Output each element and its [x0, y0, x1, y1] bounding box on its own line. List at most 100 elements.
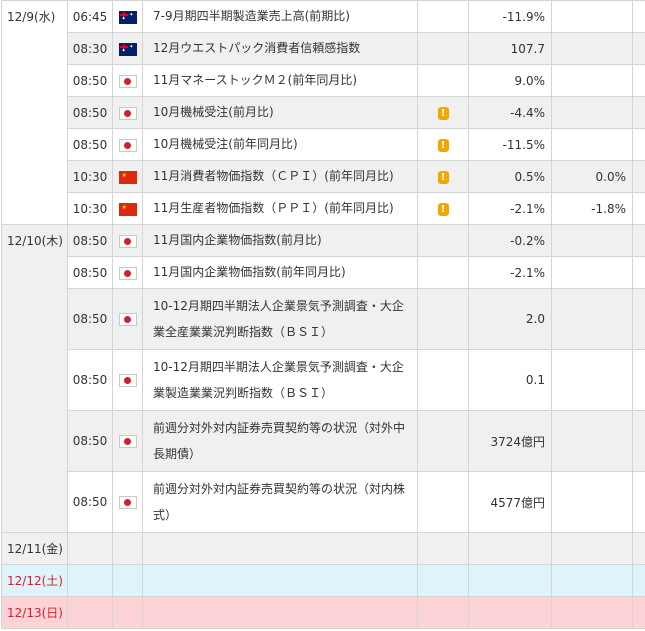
forecast-value	[551, 32, 633, 65]
flag-cell	[112, 471, 143, 533]
calendar-row: 12/12(土)	[1, 564, 645, 597]
importance-cell	[417, 0, 469, 33]
calendar-row: 12/9(水) 06:45 ✦ ✦ 7-9月期四半期製造業売上高(前期比) -11.9%	[1, 0, 645, 225]
indicator-name[interactable]: 前週分対外対内証券売買契約等の状況（対内株式）	[142, 471, 418, 533]
indicator-name[interactable]: 10月機械受注(前年同月比)	[142, 128, 418, 161]
calendar-row: 08:30 ✦ ✦ 12月ウエストパック消費者信頼感指数 107.7	[2, 32, 645, 65]
empty-cell	[551, 596, 633, 629]
empty-cell	[468, 596, 552, 629]
forecast-value	[551, 96, 633, 129]
calendar-row: 08:50 11月マネーストックＭ２(前年同月比) 9.0%	[2, 64, 645, 97]
spacer-cell	[632, 96, 645, 129]
empty-cell	[67, 596, 113, 629]
importance-cell: !	[417, 192, 469, 225]
time-cell: 06:45	[67, 0, 113, 33]
japan-flag	[118, 138, 137, 152]
indicator-name[interactable]: 11月マネーストックＭ２(前年同月比)	[142, 64, 418, 97]
empty-cell	[632, 596, 645, 629]
forecast-value	[551, 256, 633, 289]
flag-cell: ✦ ✦	[112, 32, 143, 65]
calendar-row: 10:30 11月生産者物価指数（ＰＰＩ）(前年同月比)! -2.1%-1.8%	[2, 192, 645, 225]
japan-flag	[118, 106, 137, 120]
flag-cell	[112, 128, 143, 161]
indicator-name[interactable]: 10月機械受注(前月比)	[142, 96, 418, 129]
result-value: 107.7	[468, 32, 552, 65]
forecast-value: 0.0%	[551, 160, 633, 193]
empty-cell	[112, 532, 143, 565]
japan-flag	[118, 266, 137, 280]
spacer-cell	[632, 192, 645, 225]
time-cell: 08:50	[67, 128, 113, 161]
empty-cell	[67, 564, 113, 597]
time-cell: 08:50	[67, 349, 113, 411]
date-cell: 12/9(水)	[1, 0, 68, 225]
warning-icon: !	[437, 107, 449, 120]
flag-cell	[112, 256, 143, 289]
calendar-row: 08:50 11月国内企業物価指数(前年同月比) -2.1%	[2, 256, 645, 289]
empty-cell	[142, 532, 418, 565]
indicator-name[interactable]: 12月ウエストパック消費者信頼感指数	[142, 32, 418, 65]
japan-flag	[118, 496, 137, 509]
importance-cell	[417, 288, 469, 350]
indicator-name[interactable]: 前週分対外対内証券売買契約等の状況（対外中長期債）	[142, 410, 418, 472]
forecast-value	[551, 288, 633, 350]
time-cell: 08:50	[67, 224, 113, 257]
result-value: -4.4%	[468, 96, 552, 129]
calendar-row: 08:50 10月機械受注(前月比)! -4.4%	[2, 96, 645, 129]
forecast-value	[551, 224, 633, 257]
spacer-cell	[632, 32, 645, 65]
japan-flag	[118, 374, 137, 387]
spacer-cell	[632, 288, 645, 350]
indicator-name[interactable]: 10-12月期四半期法人企業景気予測調査・大企業全産業業況判断指数（ＢＳＩ）	[142, 288, 418, 350]
result-value: -11.9%	[468, 0, 552, 33]
calendar-row: 12/11(金)	[1, 532, 645, 565]
empty-cell	[112, 596, 143, 629]
indicator-name[interactable]: 7-9月期四半期製造業売上高(前期比)	[142, 0, 418, 33]
result-value: 0.1	[468, 349, 552, 411]
forecast-value	[551, 349, 633, 411]
spacer-cell	[632, 471, 645, 533]
flag-cell	[112, 410, 143, 472]
china-flag	[118, 170, 137, 184]
result-value: -0.2%	[468, 224, 552, 257]
spacer-cell	[632, 256, 645, 289]
empty-cell	[67, 532, 113, 565]
result-value: -11.5%	[468, 128, 552, 161]
calendar-row: 08:50 10-12月期四半期法人企業景気予測調査・大企業全産業業況判断指数（Ｂ…	[2, 288, 645, 350]
time-cell: 08:50	[67, 64, 113, 97]
japan-flag	[118, 435, 137, 448]
economic-calendar-table: 12/9(水) 06:45 ✦ ✦ 7-9月期四半期製造業売上高(前期比) -11.9% 0…	[1, 0, 645, 629]
result-value: -2.1%	[468, 256, 552, 289]
importance-cell: !	[417, 160, 469, 193]
calendar-row: 12/10(木) 08:50 11月国内企業物価指数(前月比) -0.2%	[1, 224, 645, 533]
japan-flag	[118, 313, 137, 326]
date-cell: 12/13(日)	[1, 596, 68, 629]
australia-flag: ✦ ✦	[118, 42, 137, 56]
spacer-cell	[632, 0, 645, 33]
calendar-row: 08:50 10-12月期四半期法人企業景気予測調査・大企業製造業業況判断指数（Ｂ…	[2, 349, 645, 411]
warning-icon: !	[437, 203, 449, 216]
empty-cell	[551, 564, 633, 597]
time-cell: 08:50	[67, 471, 113, 533]
time-cell: 08:50	[67, 288, 113, 350]
empty-cell	[468, 532, 552, 565]
result-value: 4577億円	[468, 471, 552, 533]
australia-flag: ✦ ✦	[118, 10, 137, 24]
indicator-name[interactable]: 11月国内企業物価指数(前月比)	[142, 224, 418, 257]
indicator-name[interactable]: 10-12月期四半期法人企業景気予測調査・大企業製造業業況判断指数（ＢＳＩ）	[142, 349, 418, 411]
forecast-value	[551, 410, 633, 472]
date-cell: 12/12(土)	[1, 564, 68, 597]
flag-cell	[112, 288, 143, 350]
flag-cell	[112, 349, 143, 411]
indicator-name[interactable]: 11月消費者物価指数（ＣＰＩ）(前年同月比)	[142, 160, 418, 193]
result-value: 2.0	[468, 288, 552, 350]
empty-cell	[142, 596, 418, 629]
empty-cell	[417, 596, 469, 629]
calendar-row: 08:50 10月機械受注(前年同月比)! -11.5%	[2, 128, 645, 161]
result-value: 0.5%	[468, 160, 552, 193]
forecast-value: -1.8%	[551, 192, 633, 225]
indicator-name[interactable]: 11月国内企業物価指数(前年同月比)	[142, 256, 418, 289]
indicator-name[interactable]: 11月生産者物価指数（ＰＰＩ）(前年同月比)	[142, 192, 418, 225]
empty-cell	[417, 532, 469, 565]
warning-icon: !	[437, 171, 449, 184]
